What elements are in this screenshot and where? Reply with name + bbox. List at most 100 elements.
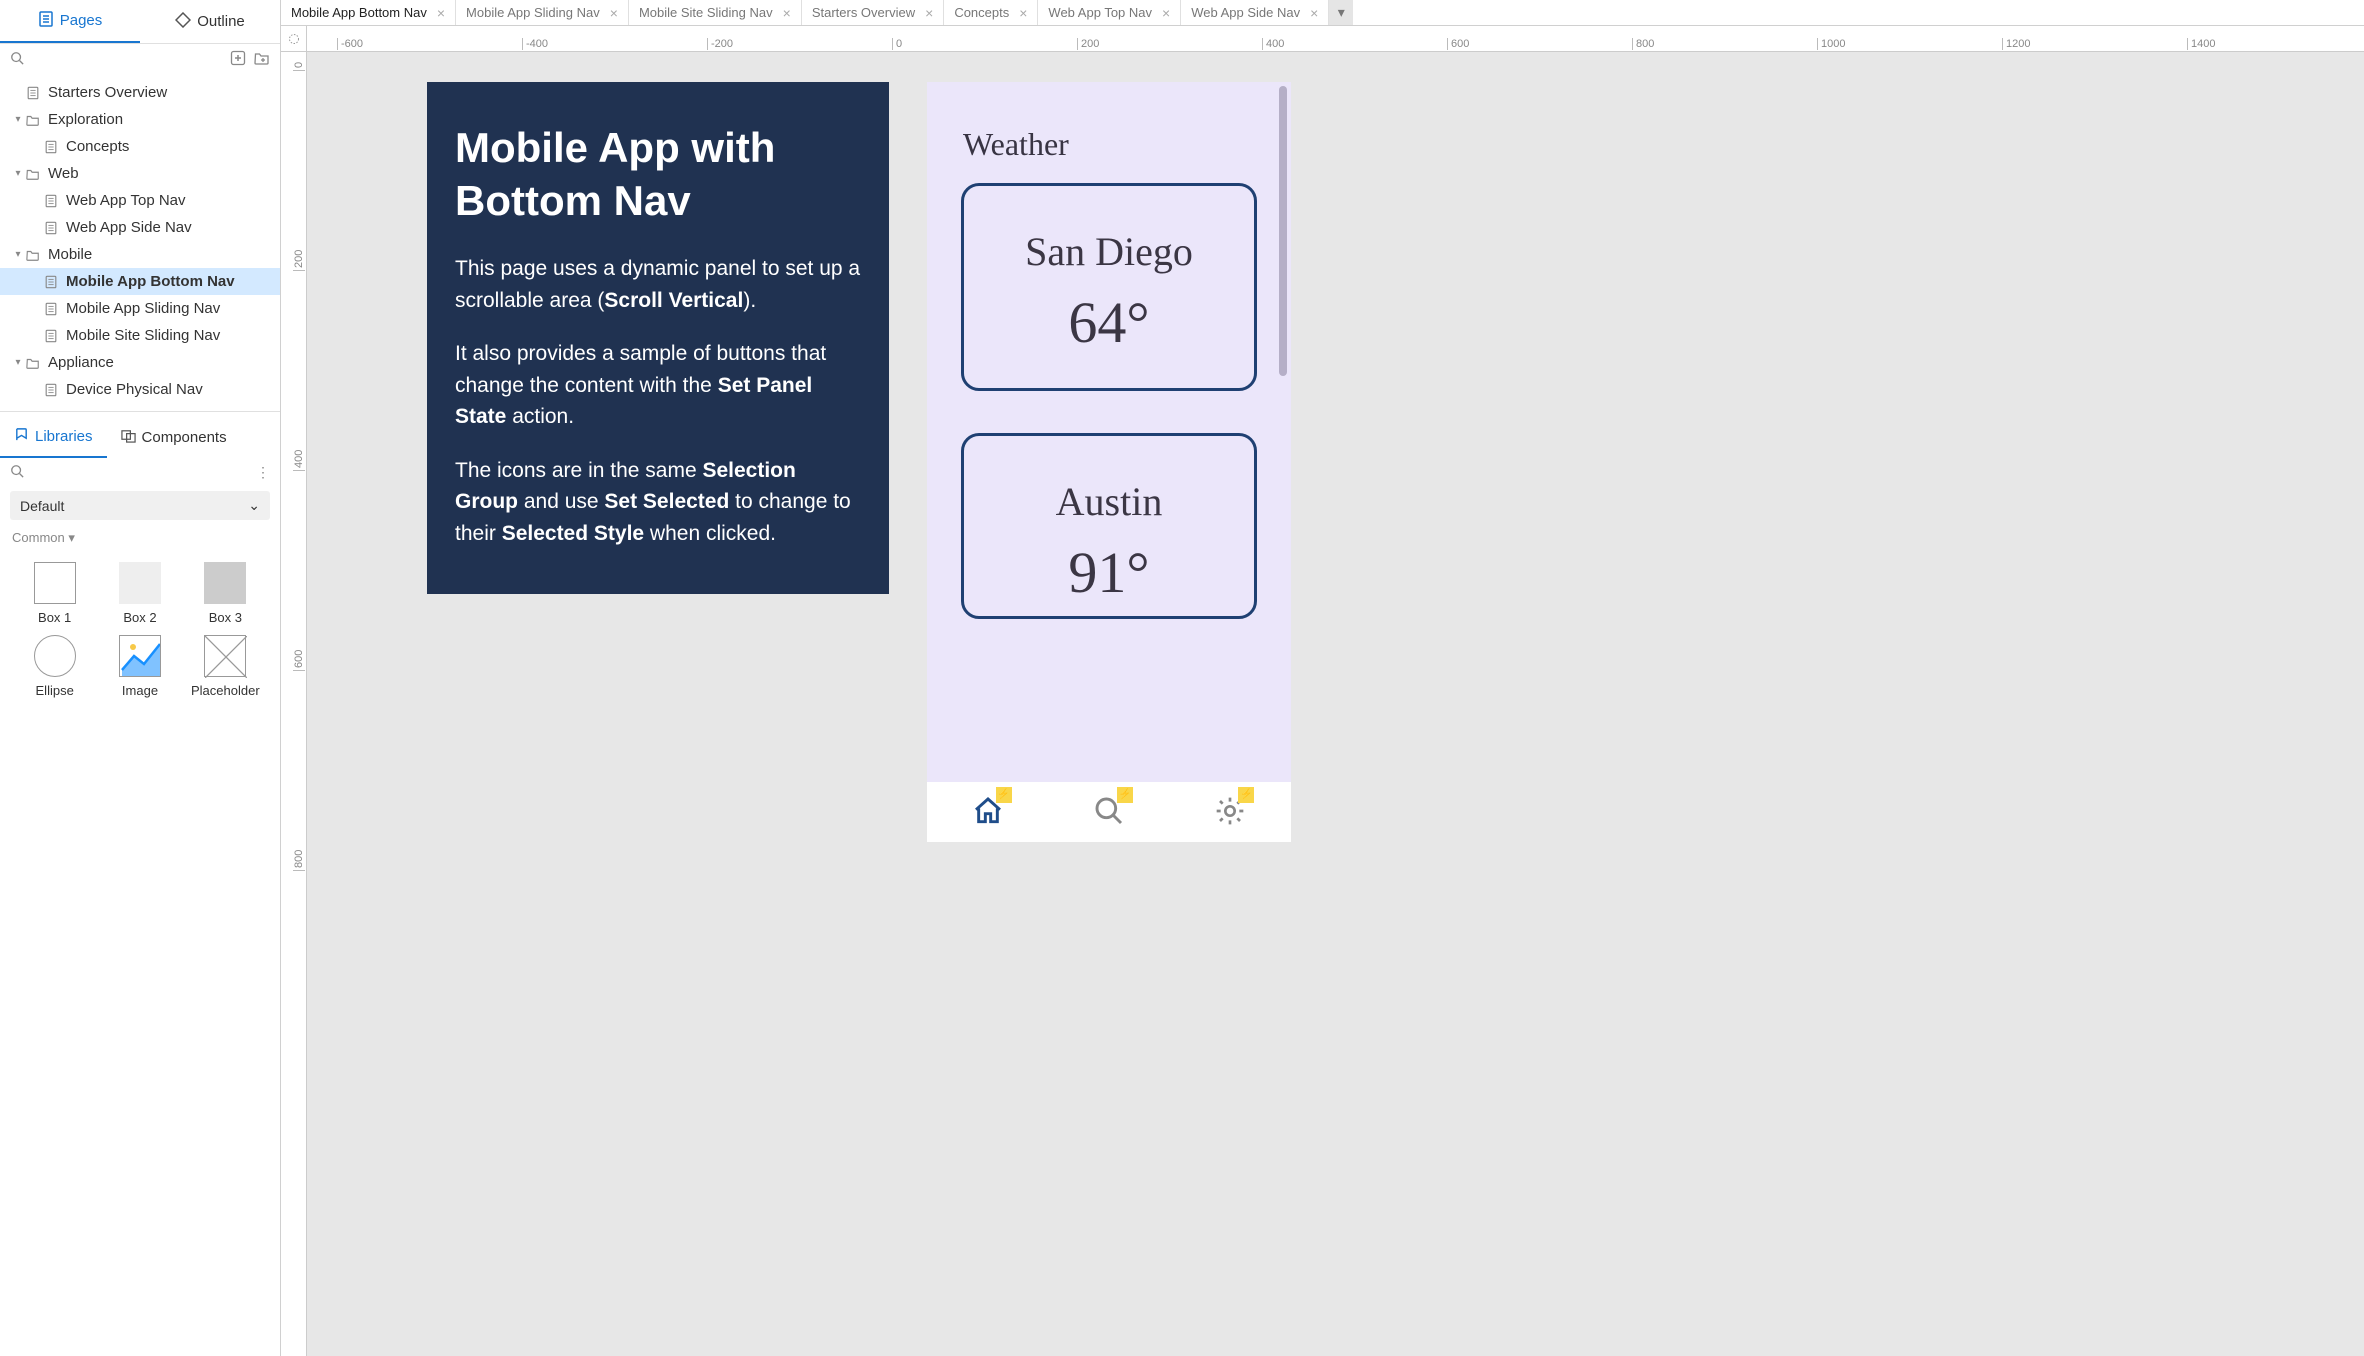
nav-search[interactable]: ⚡: [1093, 795, 1125, 830]
ruler-vertical[interactable]: 0200400600800: [281, 52, 307, 1356]
tree-item-starters-overview[interactable]: Starters Overview: [0, 79, 280, 106]
ruler-horizontal[interactable]: -600-400-2000200400600800100012001400: [307, 26, 2364, 52]
close-icon[interactable]: ×: [1162, 5, 1170, 21]
pages-tree: Starters Overview▾ExplorationConcepts▾We…: [0, 75, 280, 407]
mobile-mockup[interactable]: Weather San Diego 64° Austin 91°: [927, 82, 1291, 842]
library-category[interactable]: Common ▾: [0, 524, 280, 552]
ruler-tick: -200: [707, 38, 733, 50]
widget-label: Box 3: [209, 610, 242, 625]
add-folder-icon[interactable]: [254, 50, 270, 69]
add-page-icon[interactable]: [230, 50, 246, 69]
tree-item-label: Web App Top Nav: [66, 192, 186, 209]
info-panel[interactable]: Mobile App with Bottom Nav This page use…: [427, 82, 889, 594]
close-icon[interactable]: ×: [437, 5, 445, 21]
page-icon: [42, 383, 60, 397]
nav-home[interactable]: ⚡: [972, 795, 1004, 830]
caret-icon: ▾: [12, 357, 24, 368]
tab-components[interactable]: Components: [107, 416, 241, 458]
file-tab[interactable]: Mobile App Sliding Nav×: [456, 0, 629, 25]
library-select-label: Default: [20, 498, 64, 514]
tree-item-exploration[interactable]: ▾Exploration: [0, 106, 280, 133]
ruler-corner[interactable]: [281, 26, 307, 52]
widget-placeholder[interactable]: Placeholder: [185, 635, 266, 698]
widget-box-1[interactable]: Box 1: [14, 562, 95, 625]
tree-item-device-physical-nav[interactable]: Device Physical Nav: [0, 376, 280, 403]
info-paragraph: It also provides a sample of buttons tha…: [455, 338, 861, 433]
left-sidebar: Pages Outline Starters Overview ▾Explorat…: [0, 0, 281, 1356]
tab-pages[interactable]: Pages: [0, 0, 140, 43]
nav-settings[interactable]: ⚡: [1214, 795, 1246, 830]
file-tab[interactable]: Concepts×: [944, 0, 1038, 25]
libraries-section: Libraries Components ⋮ Default ⌄: [0, 411, 280, 708]
chevron-down-icon: ▾: [68, 530, 75, 545]
canvas-body: -600-400-2000200400600800100012001400 02…: [281, 26, 2364, 1356]
temp-label: 91°: [974, 539, 1244, 606]
scrollbar-thumb[interactable]: [1279, 86, 1287, 376]
ruler-tick: -600: [337, 38, 363, 50]
widget-label: Placeholder: [191, 683, 260, 698]
tree-item-label: Starters Overview: [48, 84, 167, 101]
file-tab[interactable]: Starters Overview×: [802, 0, 945, 25]
temp-label: 64°: [974, 289, 1244, 356]
close-icon[interactable]: ×: [1310, 5, 1318, 21]
tree-item-label: Mobile: [48, 246, 92, 263]
bottom-nav: ⚡ ⚡ ⚡: [927, 782, 1291, 842]
info-paragraph: The icons are in the same Selection Grou…: [455, 455, 861, 550]
tree-item-label: Concepts: [66, 138, 129, 155]
close-icon[interactable]: ×: [925, 5, 933, 21]
tree-item-concepts[interactable]: Concepts: [0, 133, 280, 160]
folder-icon: [24, 356, 42, 370]
tree-item-web-app-top-nav[interactable]: Web App Top Nav: [0, 187, 280, 214]
file-tab-label: Mobile Site Sliding Nav: [639, 5, 773, 20]
tree-item-mobile-site-sliding-nav[interactable]: Mobile Site Sliding Nav: [0, 322, 280, 349]
tree-item-mobile-app-sliding-nav[interactable]: Mobile App Sliding Nav: [0, 295, 280, 322]
weather-header: Weather: [927, 82, 1291, 183]
tree-item-web-app-side-nav[interactable]: Web App Side Nav: [0, 214, 280, 241]
more-icon[interactable]: ⋮: [256, 464, 270, 481]
widget-ellipse[interactable]: Ellipse: [14, 635, 95, 698]
canvas-area: Mobile App Bottom Nav×Mobile App Sliding…: [281, 0, 2364, 1356]
widget-box-3[interactable]: Box 3: [185, 562, 266, 625]
page-icon: [24, 86, 42, 100]
interaction-badge: ⚡: [996, 787, 1012, 803]
tab-pages-label: Pages: [60, 12, 103, 29]
components-icon: [121, 428, 136, 447]
file-tab[interactable]: Mobile Site Sliding Nav ×: [629, 0, 802, 25]
close-icon[interactable]: ×: [1019, 5, 1027, 21]
widget-box-2[interactable]: Box 2: [99, 562, 180, 625]
file-tab[interactable]: Mobile App Bottom Nav×: [281, 0, 456, 25]
tab-outline[interactable]: Outline: [140, 0, 280, 43]
pages-search-input[interactable]: [32, 52, 222, 68]
search-icon[interactable]: [10, 464, 24, 481]
weather-card[interactable]: San Diego 64°: [961, 183, 1257, 391]
close-icon[interactable]: ×: [783, 5, 791, 21]
close-icon[interactable]: ×: [610, 5, 618, 21]
widget-image[interactable]: Image: [99, 635, 180, 698]
canvas-viewport[interactable]: Mobile App with Bottom Nav This page use…: [307, 52, 2364, 1356]
tree-item-mobile-app-bottom-nav[interactable]: Mobile App Bottom Nav: [0, 268, 280, 295]
info-title: Mobile App with Bottom Nav: [455, 122, 861, 227]
tree-item-appliance[interactable]: ▾Appliance: [0, 349, 280, 376]
library-select[interactable]: Default ⌄: [10, 491, 270, 520]
ruler-tick: 600: [1447, 38, 1469, 50]
sidebar-tabs: Pages Outline: [0, 0, 280, 44]
libraries-search-input[interactable]: [32, 465, 248, 480]
file-tab[interactable]: Web App Side Nav×: [1181, 0, 1329, 25]
city-label: Austin: [974, 478, 1244, 525]
file-tab-label: Web App Top Nav: [1048, 5, 1152, 20]
ruler-tick: 200: [293, 257, 305, 271]
tab-overflow[interactable]: ▾: [1329, 0, 1353, 25]
widget-label: Box 1: [38, 610, 71, 625]
tab-libraries[interactable]: Libraries: [0, 416, 107, 458]
ruler-tick: 400: [293, 457, 305, 471]
file-tab[interactable]: Web App Top Nav ×: [1038, 0, 1181, 25]
tree-item-web[interactable]: ▾Web: [0, 160, 280, 187]
page-icon: [42, 140, 60, 154]
folder-icon: [24, 113, 42, 127]
search-icon[interactable]: [10, 51, 24, 68]
city-label: San Diego: [974, 228, 1244, 275]
weather-card[interactable]: Austin 91°: [961, 433, 1257, 619]
widget-label: Image: [122, 683, 158, 698]
tree-item-mobile[interactable]: ▾Mobile: [0, 241, 280, 268]
tab-components-label: Components: [142, 429, 227, 446]
